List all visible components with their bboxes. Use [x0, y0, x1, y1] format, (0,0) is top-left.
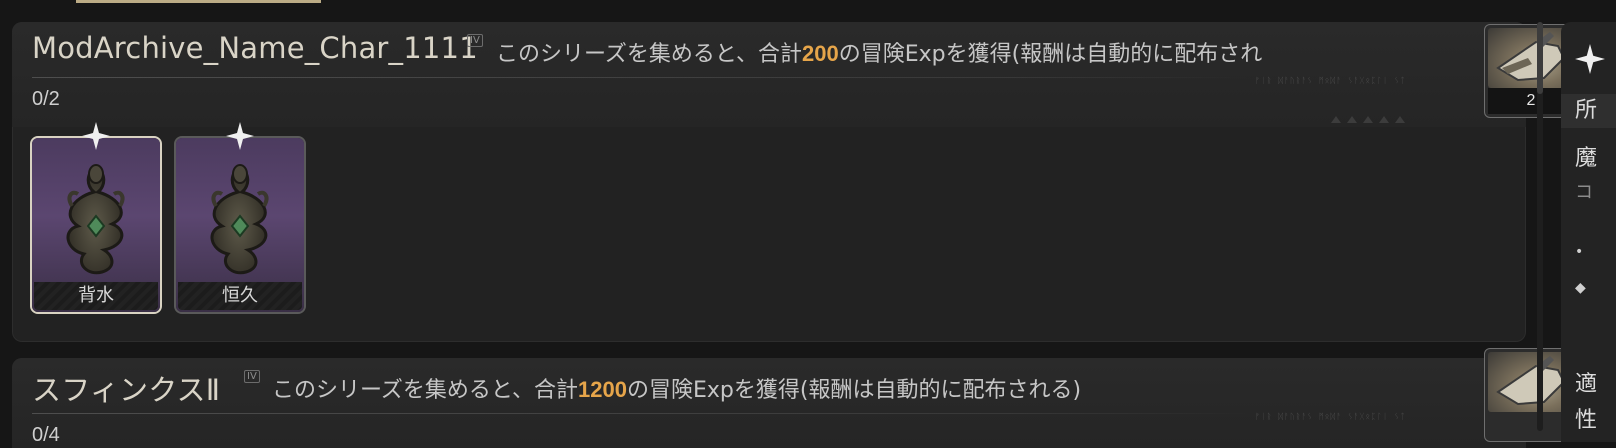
series-panel: ModArchive_Name_Char_1111 IV このシリーズを集めると… [12, 22, 1578, 342]
card-name: 恒久 [178, 282, 302, 310]
scrollbar-thumb[interactable] [1537, 22, 1543, 94]
series-header[interactable]: ModArchive_Name_Char_1111 IV このシリーズを集めると… [12, 22, 1578, 127]
mod-card[interactable]: 背水 [32, 122, 160, 312]
series-description: このシリーズを集めると、合計200の冒険Expを獲得(報酬は自動的に配布され [496, 36, 1262, 68]
decorative-script: ᚠᛁᚱ ᛞᚨᚢᚱᚨᛊ ᛗᛟᛞᚨ ᛊᚨᚷᛟᛈᛚᛁ ᛊᛏ [1255, 412, 1406, 421]
detail-side-panel: 所 魔 コ • ◆ 適 性 [1561, 22, 1616, 442]
diamond-bullet-icon: ◆ [1575, 280, 1586, 296]
header-divider [32, 77, 1252, 78]
series-panel: スフィンクスⅡ IV このシリーズを集めると、合計1200の冒険Expを獲得(報… [12, 348, 1578, 448]
exp-amount: 200 [802, 41, 839, 66]
decorative-script: ᚠᛁᚱ ᛞᚨᚢᚱᚨᛊ ᛗᛟᛞᚨ ᛊᚨᚷᛟᛈᛚᛁ ᛊᛏ [1255, 76, 1406, 85]
collection-progress: 0/2 [32, 88, 60, 110]
top-highlight-strip [76, 0, 321, 3]
serpent-emblem-icon [66, 164, 125, 275]
tier-badge: IV [244, 370, 260, 383]
star-icon [1575, 44, 1605, 74]
tier-badge: IV [467, 34, 483, 47]
card-name: 背水 [34, 282, 158, 310]
side-panel-tab[interactable]: 所 [1561, 94, 1616, 128]
description-text: このシリーズを集めると、合計 [496, 42, 803, 67]
collection-progress: 0/4 [32, 424, 60, 446]
series-title: ModArchive_Name_Char_1111 [32, 31, 478, 65]
mod-card[interactable]: 恒久 [176, 122, 304, 312]
series-title: スフィンクスⅡ [32, 373, 221, 407]
exp-amount: 1200 [578, 377, 627, 402]
side-panel-heading: 性 [1575, 408, 1598, 433]
side-panel-subtext: コ [1575, 182, 1593, 203]
side-panel-heading: 魔 [1575, 146, 1598, 171]
serpent-emblem-icon [210, 164, 269, 275]
side-panel-heading: 適 [1575, 372, 1598, 397]
decorative-triangles [1331, 116, 1405, 123]
header-divider [32, 413, 1252, 414]
description-text: このシリーズを集めると、合計 [272, 378, 579, 403]
description-text: の冒険Expを獲得(報酬は自動的に配布され [838, 42, 1263, 67]
description-text: の冒険Expを獲得(報酬は自動的に配布される) [626, 378, 1082, 403]
series-description: このシリーズを集めると、合計1200の冒険Expを獲得(報酬は自動的に配布される… [272, 372, 1081, 404]
bullet-dot-icon: • [1575, 244, 1584, 260]
series-header[interactable]: スフィンクスⅡ IV このシリーズを集めると、合計1200の冒険Expを獲得(報… [12, 348, 1578, 448]
